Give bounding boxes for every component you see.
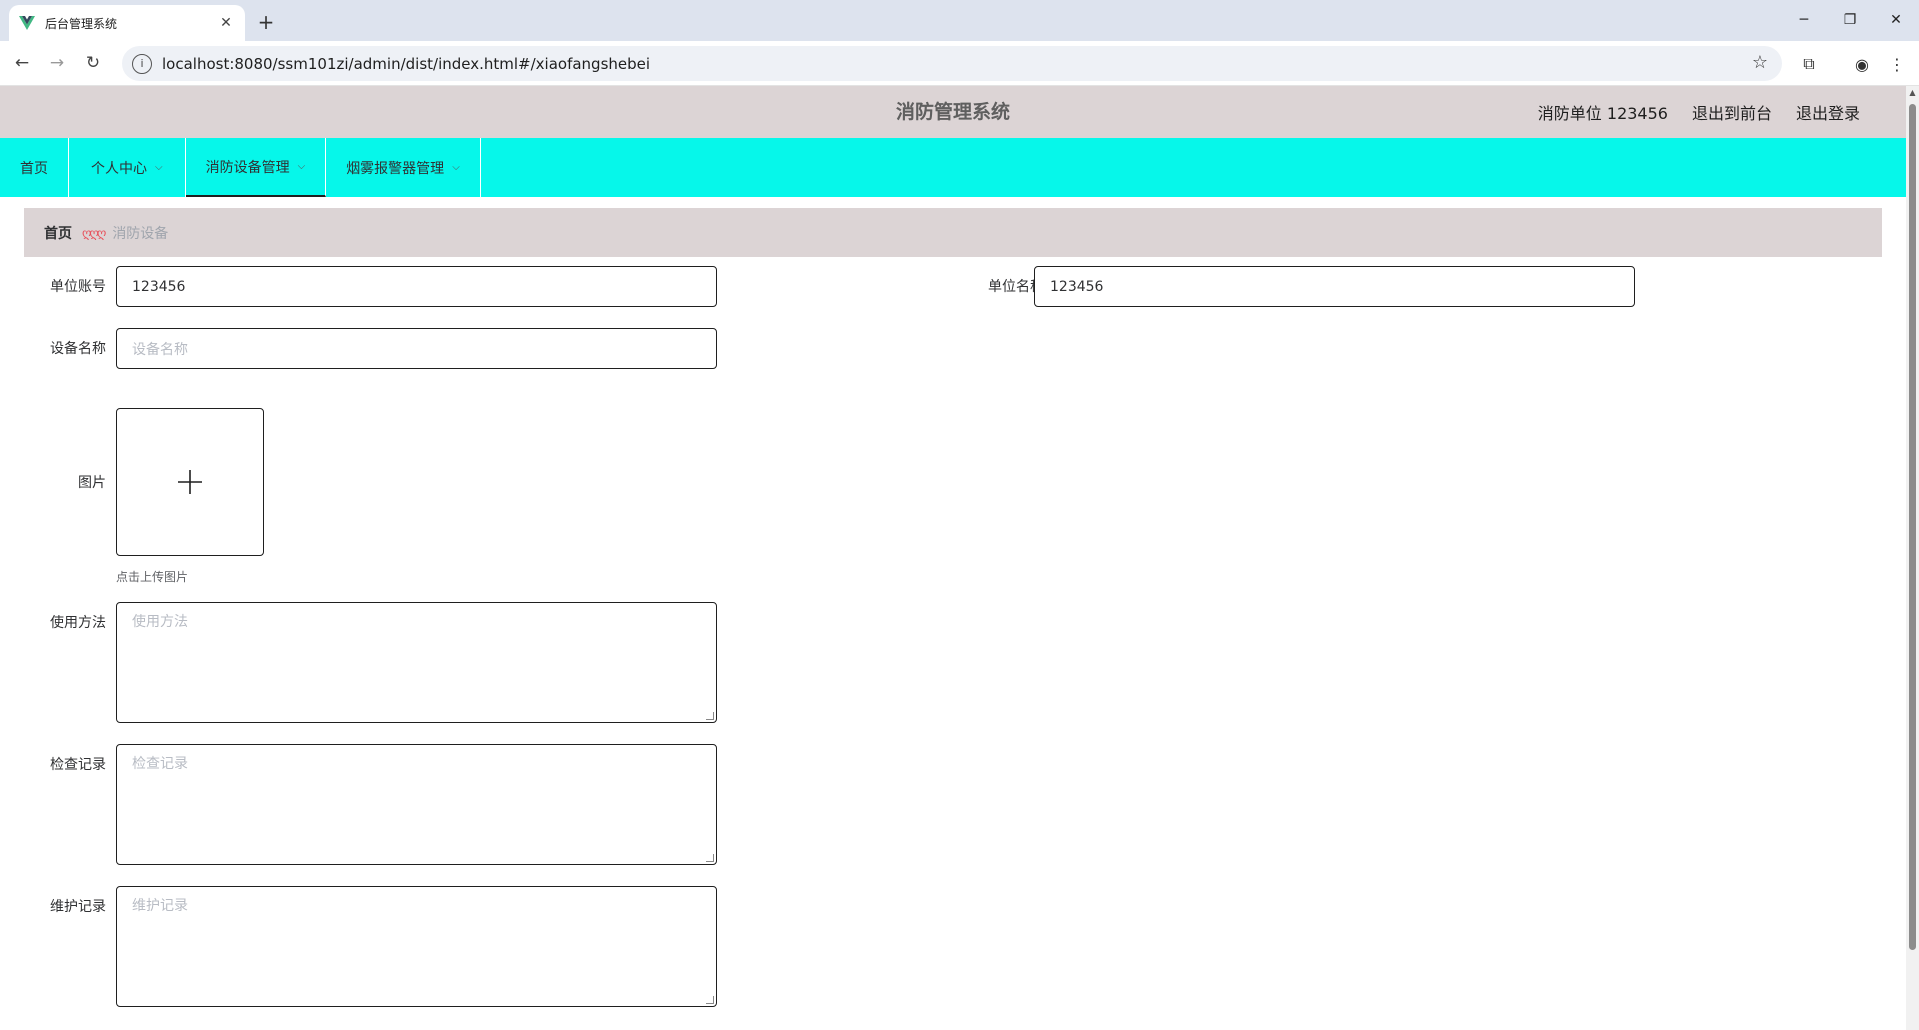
- unit-account-input[interactable]: 123456: [116, 266, 717, 307]
- header-actions: 消防单位 123456 退出到前台 退出登录: [1514, 86, 1860, 138]
- scrollbar-thumb[interactable]: [1909, 104, 1916, 950]
- reload-icon[interactable]: ↻: [80, 50, 106, 76]
- upload-tip: 点击上传图片: [116, 570, 189, 584]
- browser-toolbar: ← → ↻ i localhost:8080/ssm101zi/admin/di…: [0, 41, 1919, 86]
- device-name-input[interactable]: 设备名称: [116, 328, 717, 369]
- plus-icon: [177, 462, 203, 502]
- resize-handle-icon[interactable]: [706, 854, 714, 862]
- usage-placeholder: 使用方法: [132, 614, 188, 630]
- inspection-placeholder: 检查记录: [132, 756, 188, 772]
- equipment-form: 单位账号 123456 单位名称 123456 设备名称 设备名称 图片 点击上…: [24, 266, 1882, 1030]
- close-window-icon[interactable]: ✕: [1873, 8, 1919, 32]
- chevron-down-icon: ⌵: [297, 161, 306, 172]
- browser-menu-icon[interactable]: ⋮: [1884, 51, 1910, 77]
- usage-textarea[interactable]: 使用方法: [116, 602, 717, 723]
- menu-item-label: 烟雾报警器管理: [346, 160, 445, 177]
- scroll-up-arrow-icon[interactable]: ▲: [1907, 88, 1918, 99]
- logout-button[interactable]: 退出登录: [1796, 100, 1860, 124]
- breadcrumb-current: 消防设备: [112, 225, 169, 242]
- vue-logo-icon: [19, 15, 35, 31]
- app-header: 消防管理系统 消防单位 123456 退出到前台 退出登录: [0, 86, 1906, 138]
- resize-handle-icon[interactable]: [706, 996, 714, 1004]
- top-menu: 首页 个人中心 ⌵ 消防设备管理 ⌵ 烟雾报警器管理 ⌵: [0, 138, 1906, 197]
- close-tab-icon[interactable]: ✕: [217, 14, 235, 32]
- unit-name-input[interactable]: 123456: [1034, 266, 1635, 307]
- menu-item-label: 个人中心: [91, 160, 147, 177]
- chevron-down-icon: ⌵: [452, 162, 460, 173]
- forward-icon[interactable]: →: [44, 50, 70, 76]
- browser-tab-bar: 后台管理系统 ✕ + ─ ❐ ✕: [0, 0, 1919, 41]
- form-area: 单位账号 123456 单位名称 123456 设备名称 设备名称 图片 点击上…: [24, 266, 1882, 1030]
- site-info-icon[interactable]: i: [132, 53, 152, 74]
- tab-title: 后台管理系统: [45, 16, 118, 31]
- resize-handle-icon[interactable]: [706, 712, 714, 720]
- menu-item-personal[interactable]: 个人中心 ⌵: [69, 138, 186, 197]
- bookmark-star-icon[interactable]: ☆: [1752, 52, 1768, 73]
- browser-tab[interactable]: 后台管理系统 ✕: [9, 5, 245, 41]
- device-name-label: 设备名称: [50, 341, 106, 357]
- profile-icon[interactable]: ◉: [1849, 51, 1875, 77]
- unit-name-label: 单位名称: [988, 279, 1044, 295]
- unit-account-label: 单位账号: [50, 279, 106, 295]
- usage-label: 使用方法: [50, 615, 106, 631]
- url-text: localhost:8080/ssm101zi/admin/dist/index…: [162, 54, 651, 73]
- app-container: 消防管理系统 消防单位 123456 退出到前台 退出登录 首页 个人中心 ⌵ …: [0, 86, 1906, 1030]
- menu-item-home[interactable]: 首页: [0, 138, 69, 197]
- image-label: 图片: [78, 475, 106, 491]
- restore-icon[interactable]: ❐: [1827, 8, 1873, 32]
- back-icon[interactable]: ←: [9, 50, 35, 76]
- maintenance-textarea[interactable]: 维护记录: [116, 886, 717, 1007]
- breadcrumb-home[interactable]: 首页: [44, 223, 72, 243]
- breadcrumb-separator: ღღღ: [82, 225, 106, 240]
- inspection-textarea[interactable]: 检查记录: [116, 744, 717, 865]
- image-upload[interactable]: [116, 408, 264, 556]
- inspection-label: 检查记录: [50, 757, 106, 773]
- current-user: 消防单位 123456: [1537, 104, 1668, 123]
- menu-item-fire-equipment[interactable]: 消防设备管理 ⌵: [185, 138, 327, 197]
- chevron-down-icon: ⌵: [155, 162, 163, 173]
- back-to-front-button[interactable]: 退出到前台: [1692, 100, 1772, 124]
- tab-search-icon[interactable]: ⧉: [1796, 51, 1822, 77]
- maintenance-placeholder: 维护记录: [132, 898, 188, 914]
- address-bar[interactable]: i localhost:8080/ssm101zi/admin/dist/ind…: [122, 46, 1782, 81]
- menu-item-label: 首页: [20, 160, 48, 177]
- minimize-icon[interactable]: ─: [1781, 8, 1827, 32]
- menu-item-label: 消防设备管理: [205, 159, 290, 176]
- menu-item-smoke-alarm[interactable]: 烟雾报警器管理 ⌵: [326, 138, 481, 197]
- breadcrumb: 首页 ღღღ 消防设备: [24, 208, 1882, 257]
- maintenance-label: 维护记录: [50, 899, 106, 915]
- new-tab-icon[interactable]: +: [253, 9, 279, 35]
